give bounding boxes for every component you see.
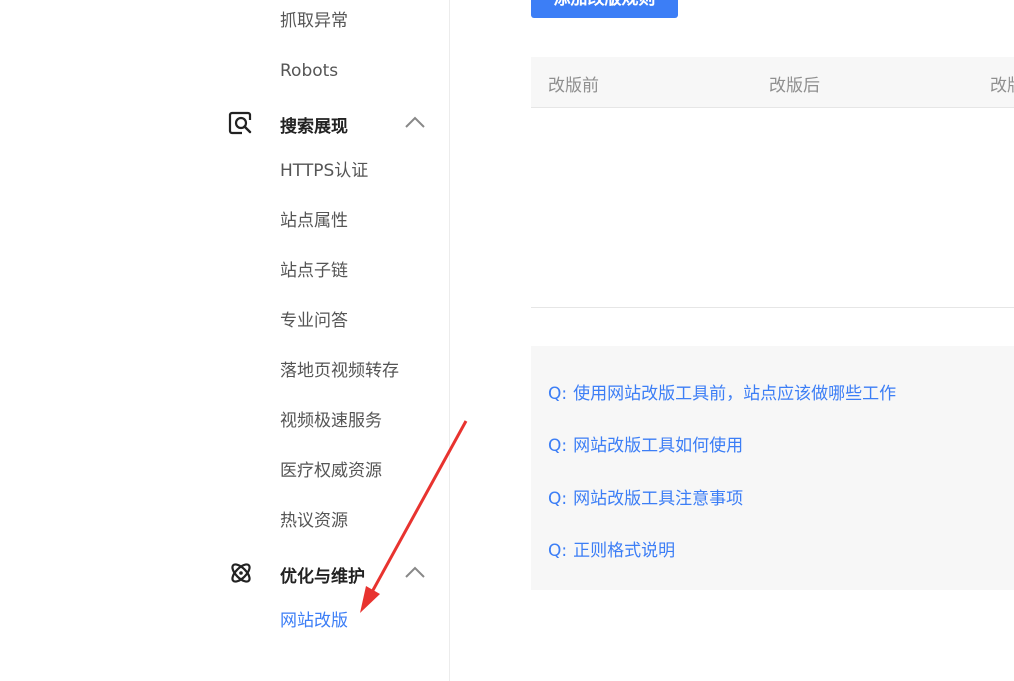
sidebar-item-video-speed[interactable]: 视频极速服务 [280, 410, 382, 432]
faq-link[interactable]: Q: 使用网站改版工具前，站点应该做哪些工作 [548, 379, 896, 404]
sidebar-item-sitelinks[interactable]: 站点子链 [280, 260, 348, 282]
faq-link[interactable]: Q: 网站改版工具如何使用 [548, 431, 743, 456]
sidebar-item-https[interactable]: HTTPS认证 [280, 160, 368, 182]
sidebar-item-site-revision[interactable]: 网站改版 [280, 610, 348, 632]
sidebar-item-landing-video[interactable]: 落地页视频转存 [280, 360, 399, 382]
column-header-before: 改版前 [548, 76, 599, 96]
faq-panel: Q: 使用网站改版工具前，站点应该做哪些工作 Q: 网站改版工具如何使用 Q: 网站改… [531, 346, 1014, 590]
sidebar-item-site-attributes[interactable]: 站点属性 [280, 210, 348, 232]
table-body-empty [531, 108, 1014, 308]
sidebar-item-crawl-errors[interactable]: 抓取异常 [280, 10, 348, 32]
faq-link[interactable]: Q: 网站改版工具注意事项 [548, 484, 743, 509]
faq-text: 正则格式说明 [573, 541, 676, 561]
sidebar-item-hot-topics[interactable]: 热议资源 [280, 510, 348, 532]
sidebar-item-medical-resources[interactable]: 医疗权威资源 [280, 460, 382, 482]
section-label-optimization: 优化与维护 [280, 567, 365, 587]
section-search-display[interactable]: 搜索展现 [228, 108, 428, 138]
atom-icon [231, 563, 251, 583]
faq-text: 网站改版工具注意事项 [573, 489, 744, 509]
sidebar: 抓取异常 Robots 搜索展现 HTTPS认证 站点属性 站点子链 专业问答 … [0, 0, 450, 681]
column-header-partial: 改版 [990, 76, 1014, 96]
chevron-up-icon[interactable] [404, 565, 426, 579]
add-rule-button[interactable]: 添加改版规则 [531, 0, 678, 18]
table-header: 改版前 改版后 改版 [531, 57, 1014, 108]
chevron-up-icon[interactable] [404, 115, 426, 129]
search-display-icon [228, 111, 252, 135]
faq-text: 使用网站改版工具前，站点应该做哪些工作 [573, 384, 897, 404]
faq-q-label: Q: [548, 489, 568, 509]
section-optimization[interactable]: 优化与维护 [228, 558, 428, 588]
sidebar-item-expert-qa[interactable]: 专业问答 [280, 310, 348, 332]
faq-q-label: Q: [548, 436, 568, 456]
faq-text: 网站改版工具如何使用 [573, 436, 744, 456]
faq-link[interactable]: Q: 正则格式说明 [548, 536, 675, 561]
section-label-search-display: 搜索展现 [280, 117, 348, 137]
column-header-after: 改版后 [769, 76, 820, 96]
faq-q-label: Q: [548, 541, 568, 561]
sidebar-item-robots[interactable]: Robots [280, 60, 338, 82]
faq-q-label: Q: [548, 384, 568, 404]
